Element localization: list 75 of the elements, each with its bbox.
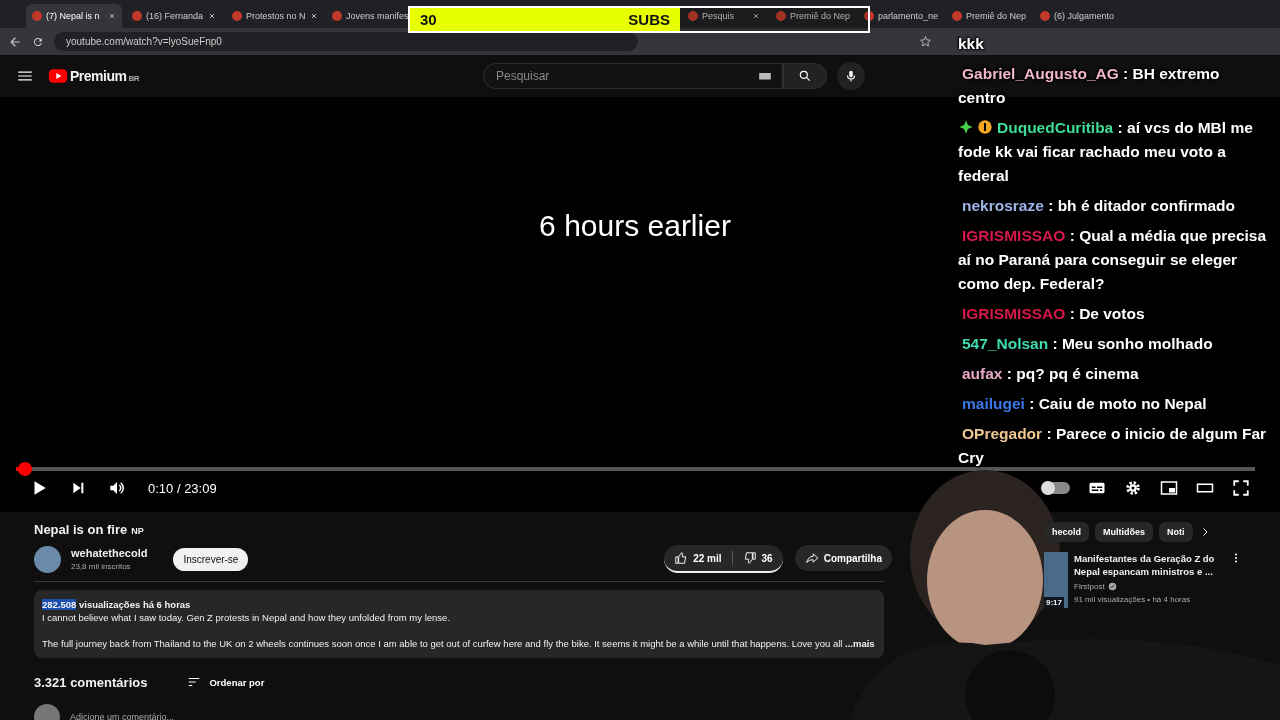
close-icon[interactable]: [309, 12, 318, 20]
close-icon[interactable]: [752, 12, 760, 20]
description-text: I cannot believe what I saw today. Gen Z protests in Nepal and how they unfolded from my lense.: [42, 611, 452, 624]
chat-message: nekrosraze : bh é ditador confirmado: [961, 196, 1237, 216]
comment-count: 3.321 comentários: [34, 674, 148, 690]
thumbs-up-icon: [674, 551, 689, 565]
search-button[interactable]: [783, 63, 827, 89]
fullscreen-icon[interactable]: [1232, 479, 1250, 497]
chat-message: IGRISMISSAO : De votos: [961, 304, 1146, 324]
settings-icon: [1124, 479, 1142, 497]
video-duration: 9:17: [1044, 597, 1064, 608]
microphone-icon: [844, 69, 858, 83]
view-stats: 282.508 visualizações há 6 horas: [42, 598, 192, 611]
browser-tab[interactable]: parlamento_ne: [858, 4, 942, 28]
browser-tab[interactable]: Premiê do Nep: [946, 4, 1030, 28]
miniplayer-icon[interactable]: [1160, 479, 1178, 497]
browser-tab[interactable]: Pesquis: [682, 4, 766, 28]
chat-message: OPregador : Parece o inicio de algum Far Cry: [958, 424, 1268, 468]
show-more-link[interactable]: ...mais: [845, 638, 875, 649]
search-icon: [798, 69, 812, 83]
time-display: 0:10 / 23:09: [148, 480, 217, 496]
filter-chip[interactable]: hecold: [1044, 522, 1089, 542]
channel-name[interactable]: wehatethecold: [71, 547, 148, 559]
browser-tab[interactable]: (16) Fernanda: [126, 4, 222, 28]
address-bar[interactable]: youtube.com/watch?v=lyoSueFnp0: [54, 32, 638, 51]
video-caption: 6 hours earlier: [539, 209, 731, 243]
chat-message: mailugei : Caiu de moto no Nepal: [961, 394, 1208, 414]
filter-chip[interactable]: Multidões: [1095, 522, 1153, 542]
chat-message: IGRISMISSAO : Qual a média que precisa aí no Paraná para conseguir se eleger como dep. Federal?: [958, 226, 1268, 294]
video-meta: 91 mil visualizações • há 4 horas: [1074, 595, 1192, 604]
video-title: Nepal is on fire: [34, 522, 128, 537]
play-logo-icon: [48, 66, 68, 86]
like-button[interactable]: 22 mil: [664, 545, 732, 571]
browser-tab[interactable]: (6) Julgamento: [1034, 4, 1118, 28]
video-title[interactable]: Manifestantes da Geração Z do Nepal espancam ministros e ...: [1074, 552, 1224, 578]
reload-icon[interactable]: [32, 35, 44, 48]
dislike-button[interactable]: 36: [732, 545, 783, 571]
search-box[interactable]: Pesquisar: [483, 63, 783, 89]
autoplay-toggle[interactable]: [1042, 482, 1070, 494]
voice-search-button[interactable]: [837, 62, 865, 90]
channel-avatar[interactable]: [34, 545, 61, 573]
browser-tab[interactable]: (7) Nepal is n: [26, 4, 122, 28]
chat-message: DuquedCuritiba : aí vcs do MBl me fode kk vai ficar rachado meu voto a federal: [958, 118, 1254, 186]
star-icon[interactable]: [919, 35, 932, 48]
country-code: NP: [131, 526, 144, 536]
progress-handle[interactable]: [17, 462, 32, 476]
browser-tab[interactable]: Premiê do Nep: [770, 4, 854, 28]
settings-button[interactable]: [1124, 479, 1142, 497]
description-text: The full journey back from Thailand to the UK on 2 wheels continues soon once I am able to get out of curfew here and fly the bike. It seems it might be a while until that happens. Love you all ...mais: [42, 637, 876, 650]
goal-label: SUBS: [628, 11, 670, 28]
filter-chip[interactable]: Noti: [1159, 522, 1193, 542]
chat-message: aufax : pq? pq é cinema: [961, 364, 1140, 384]
share-button[interactable]: Compartilha: [794, 545, 892, 571]
chat-message: kkk: [958, 34, 985, 54]
goal-count: 30: [420, 11, 437, 28]
subscriber-count: 23,8 mil inscritos: [71, 562, 132, 571]
share-icon: [804, 551, 819, 565]
search-input[interactable]: Pesquisar: [494, 68, 758, 84]
subscribe-button[interactable]: Inscrever-se: [173, 547, 249, 571]
chat-message: 547_Nolsan : Meu sonho molhado: [961, 334, 1214, 354]
sort-button[interactable]: Ordenar por: [181, 674, 271, 690]
browser-tab[interactable]: Protestos no N: [226, 4, 322, 28]
coin-badge-icon: [977, 119, 993, 135]
verified-icon: [1107, 582, 1117, 591]
chat-message: Gabriel_Augusto_AG : BH extremo centro: [958, 64, 1221, 108]
video-thumbnail[interactable]: 9:17: [1044, 552, 1068, 608]
close-icon[interactable]: [208, 12, 216, 20]
sort-icon: [187, 675, 202, 689]
youtube-premium-logo[interactable]: Premium BR: [48, 66, 139, 86]
next-icon[interactable]: [70, 480, 86, 496]
channel-name[interactable]: Firstpost: [1074, 582, 1105, 591]
comment-input[interactable]: Adicione um comentário...: [70, 712, 175, 720]
thumbs-down-icon: [742, 551, 757, 565]
description-box[interactable]: [34, 590, 884, 658]
close-icon[interactable]: [108, 12, 116, 20]
